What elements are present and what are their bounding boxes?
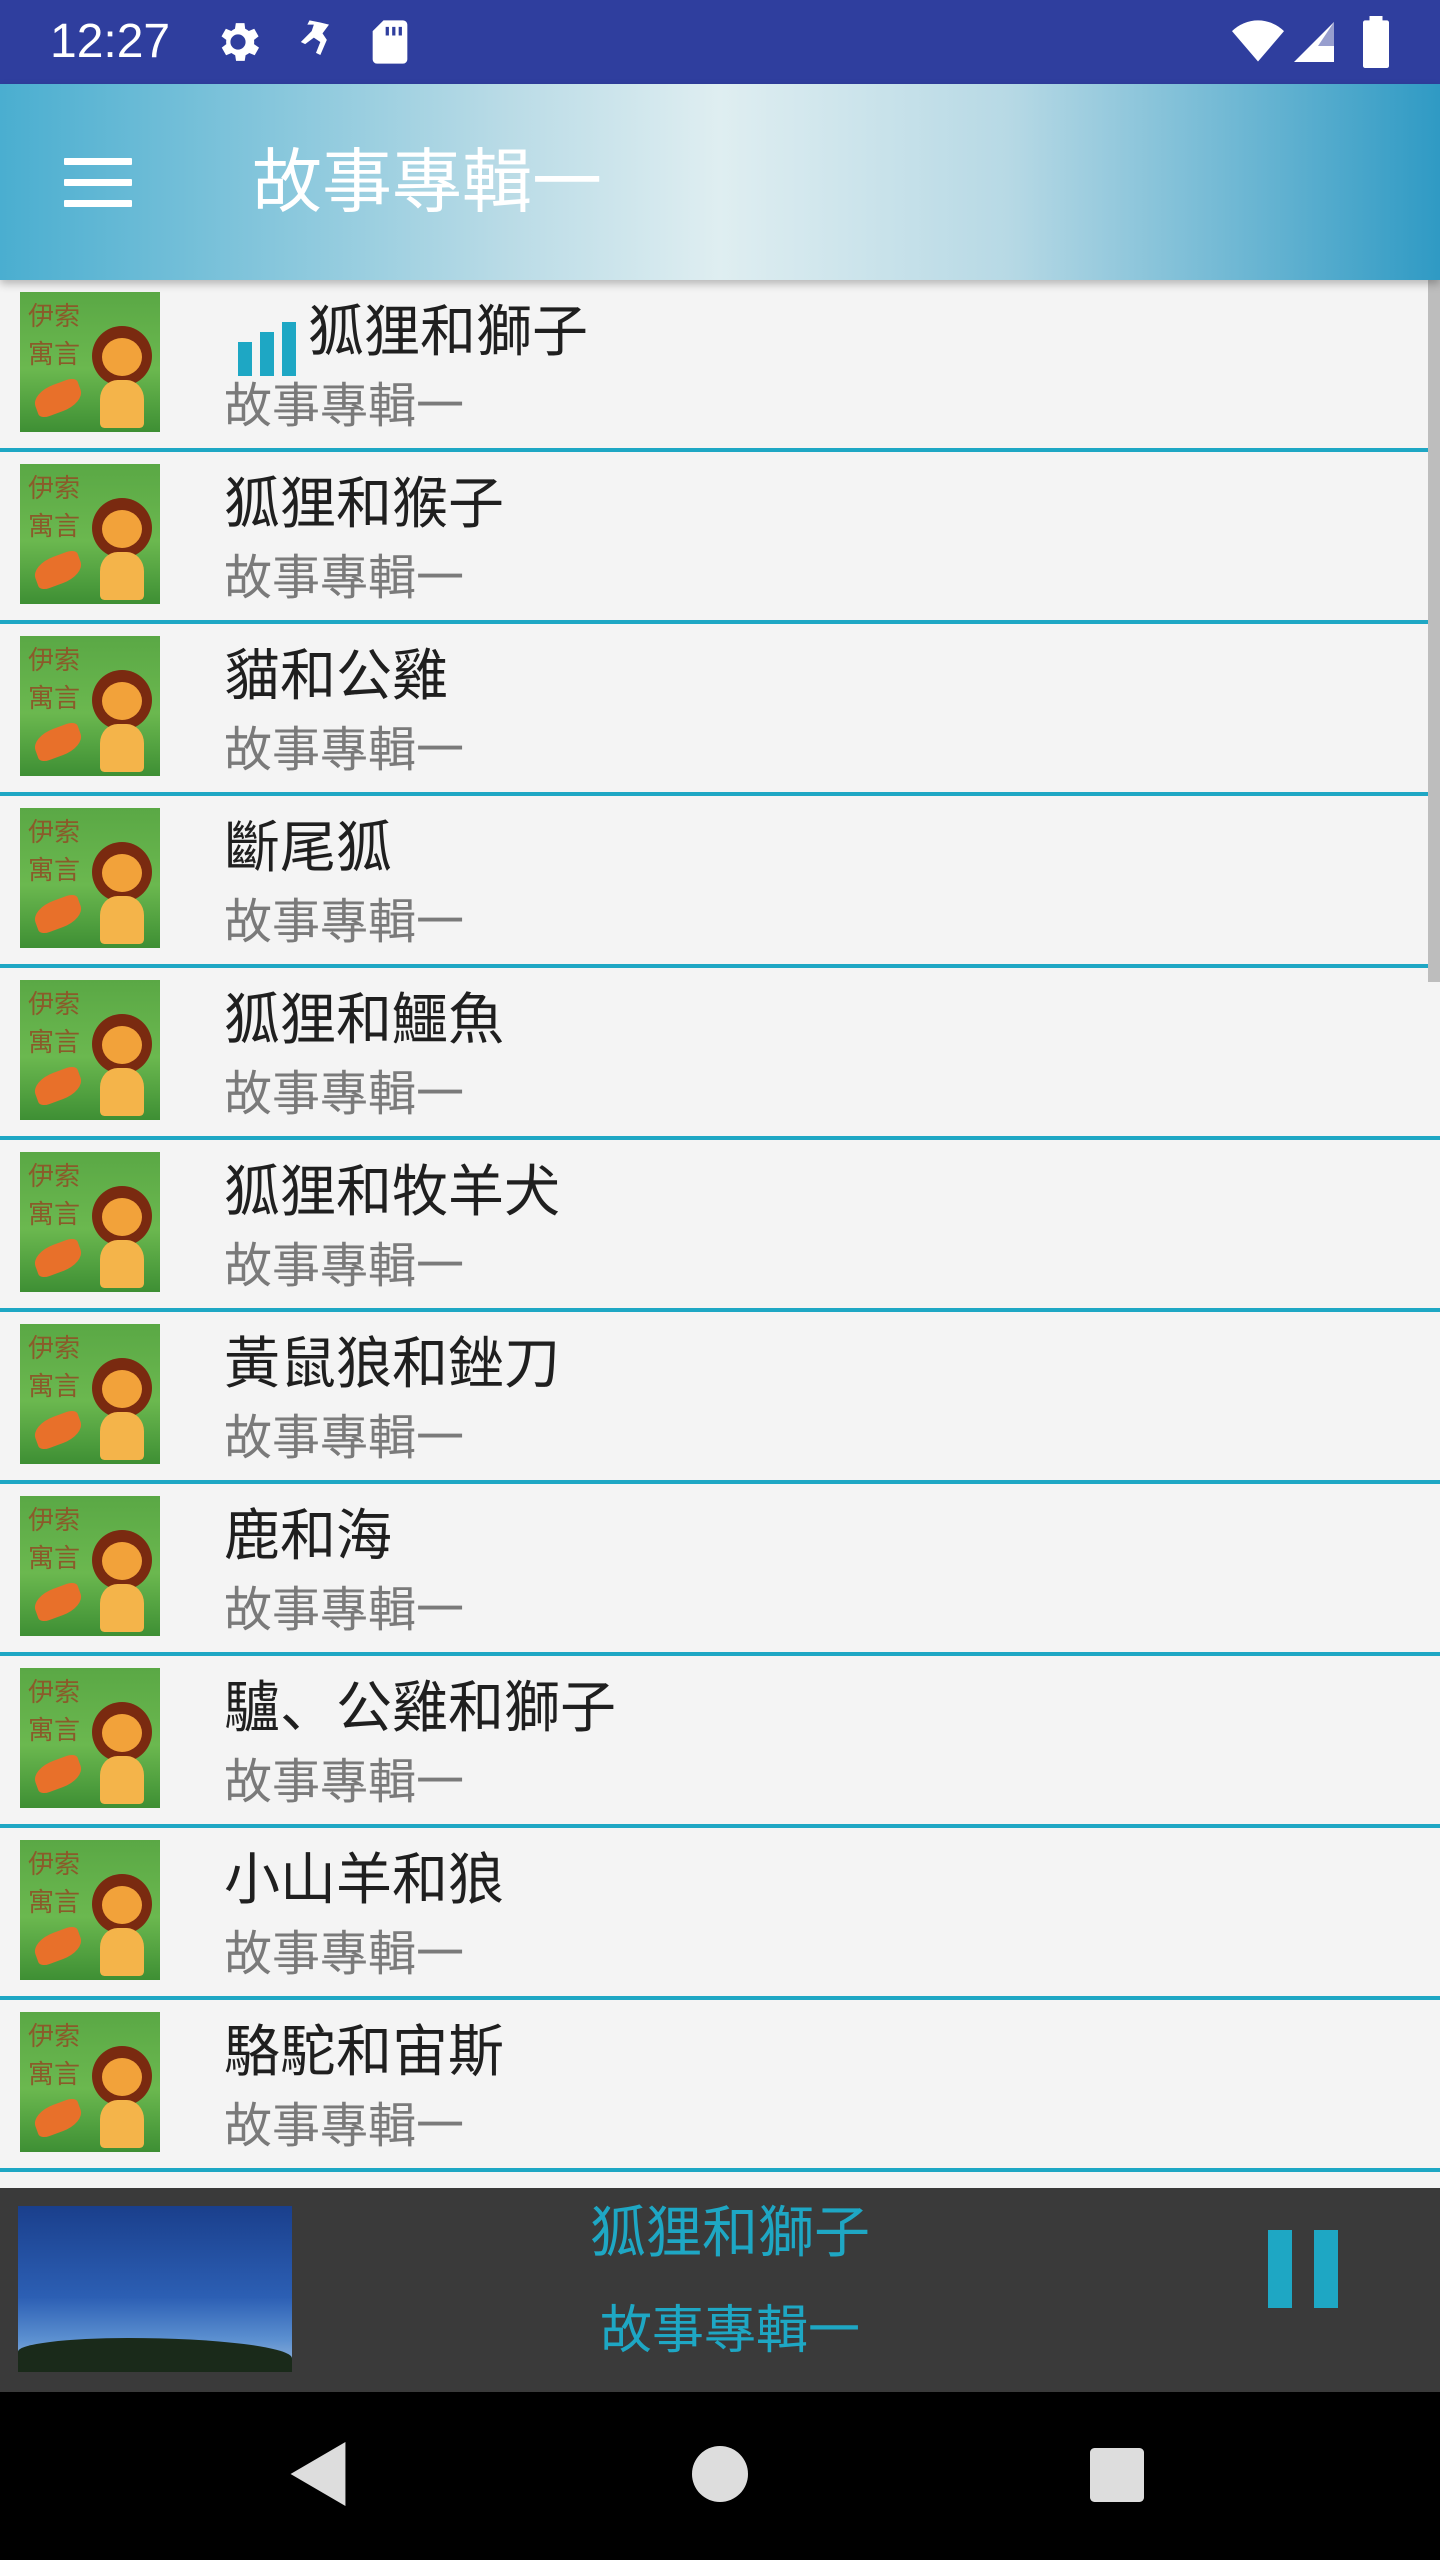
- track-title: 驢、公雞和獅子: [224, 1676, 616, 1741]
- track-thumbnail: 伊索寓言: [20, 2012, 160, 2152]
- list-item[interactable]: 伊索寓言 黃鼠狼和銼刀故事專輯一: [0, 1312, 1440, 1484]
- track-thumbnail: 伊索寓言: [20, 1840, 160, 1980]
- track-title: 狐狸和獅子: [308, 300, 588, 365]
- track-album: 故事專輯一: [224, 1238, 465, 1294]
- now-playing-equalizer-icon: [238, 322, 296, 376]
- track-thumbnail: 伊索寓言: [20, 464, 160, 604]
- track-list[interactable]: 伊索寓言 狐狸和獅子 故事專輯一 伊索寓言 狐狸和猴子 故事專輯一 伊索寓言 貓和公雞 故事專輯…: [0, 280, 1440, 2188]
- track-title: 狐狸和猴子: [224, 472, 504, 537]
- recents-icon[interactable]: [1090, 2448, 1144, 2502]
- settings-icon: [221, 23, 260, 61]
- status-time: 12:27: [50, 15, 171, 68]
- page-title: 故事專輯一: [252, 141, 602, 223]
- track-album: 故事專輯一: [224, 1582, 465, 1638]
- scrollbar[interactable]: [1428, 280, 1440, 982]
- thumbnail-text: 伊索寓言: [28, 990, 81, 1058]
- track-album: 故事專輯一: [224, 722, 465, 778]
- track-album: 故事專輯一: [224, 2098, 465, 2154]
- hamburger-menu-icon[interactable]: [64, 158, 132, 208]
- list-item[interactable]: 伊索寓言 貓和公雞故事專輯一: [0, 624, 1440, 796]
- list-item[interactable]: 伊索寓言 狐狸和鱷魚故事專輯一: [0, 968, 1440, 1140]
- track-album: 故事專輯一: [224, 1926, 465, 1982]
- track-album: 故事專輯一: [224, 894, 465, 950]
- album-art[interactable]: [18, 2206, 292, 2372]
- thumbnail-text: 伊索寓言: [28, 302, 81, 370]
- track-thumbnail: 伊索寓言: [20, 980, 160, 1120]
- track-title: 鹿和海: [224, 1504, 392, 1569]
- list-item[interactable]: 伊索寓言 小山羊和狼故事專輯一: [0, 1828, 1440, 2000]
- track-thumbnail: 伊索寓言: [20, 1324, 160, 1464]
- now-playing-album[interactable]: 故事專輯一: [420, 2296, 1040, 2366]
- list-item[interactable]: 伊索寓言 驢、公雞和獅子故事專輯一: [0, 1656, 1440, 1828]
- list-item[interactable]: 伊索寓言 斷尾狐故事專輯一: [0, 796, 1440, 968]
- track-thumbnail: 伊索寓言: [20, 636, 160, 776]
- track-thumbnail: 伊索寓言: [20, 292, 160, 432]
- list-item[interactable]: 伊索寓言 狐狸和牧羊犬故事專輯一: [0, 1140, 1440, 1312]
- thumbnail-text: 伊索寓言: [28, 1334, 81, 1402]
- list-item[interactable]: 伊索寓言 狐狸和猴子故事專輯一: [0, 452, 1440, 624]
- track-title: 斷尾狐: [224, 816, 392, 881]
- track-title: 小山羊和狼: [224, 1848, 504, 1913]
- track-thumbnail: 伊索寓言: [20, 1152, 160, 1292]
- thumbnail-text: 伊索寓言: [28, 1678, 81, 1746]
- pause-icon[interactable]: [1268, 2230, 1338, 2308]
- thumbnail-text: 伊索寓言: [28, 818, 81, 886]
- track-title: 狐狸和牧羊犬: [224, 1160, 560, 1225]
- track-title: 駱駝和宙斯: [224, 2020, 504, 2085]
- track-album: 故事專輯一: [224, 550, 465, 606]
- cell-signal-icon: [1294, 22, 1334, 62]
- back-icon[interactable]: [290, 2442, 346, 2506]
- battery-icon: [1363, 16, 1389, 68]
- wifi-icon: [1232, 20, 1284, 62]
- thumbnail-text: 伊索寓言: [28, 474, 81, 542]
- sd-card-icon: [372, 20, 408, 64]
- track-thumbnail: 伊索寓言: [20, 1668, 160, 1808]
- runner-icon: [300, 20, 329, 55]
- thumbnail-text: 伊索寓言: [28, 1162, 81, 1230]
- now-playing-bar[interactable]: 狐狸和獅子 故事專輯一: [0, 2188, 1440, 2392]
- track-album: 故事專輯一: [224, 1410, 465, 1466]
- thumbnail-text: 伊索寓言: [28, 1850, 81, 1918]
- thumbnail-text: 伊索寓言: [28, 2022, 81, 2090]
- track-album: 故事專輯一: [224, 378, 465, 434]
- list-item[interactable]: 伊索寓言 駱駝和宙斯故事專輯一: [0, 2000, 1440, 2172]
- track-album: 故事專輯一: [224, 1754, 465, 1810]
- thumbnail-text: 伊索寓言: [28, 646, 81, 714]
- list-item[interactable]: 伊索寓言 狐狸和獅子故事專輯一: [0, 280, 1440, 452]
- home-icon[interactable]: [692, 2446, 748, 2502]
- now-playing-title[interactable]: 狐狸和獅子: [420, 2196, 1040, 2272]
- track-title: 貓和公雞: [224, 644, 448, 709]
- track-title: 狐狸和鱷魚: [224, 988, 504, 1053]
- thumbnail-text: 伊索寓言: [28, 1506, 81, 1574]
- track-album: 故事專輯一: [224, 1066, 465, 1122]
- track-thumbnail: 伊索寓言: [20, 808, 160, 948]
- system-nav-bar: [0, 2392, 1440, 2560]
- track-thumbnail: 伊索寓言: [20, 1496, 160, 1636]
- track-title: 黃鼠狼和銼刀: [224, 1332, 560, 1397]
- app-bar: 故事專輯一: [0, 84, 1440, 280]
- list-item[interactable]: 伊索寓言 鹿和海故事專輯一: [0, 1484, 1440, 1656]
- status-bar: 12:27: [0, 0, 1440, 84]
